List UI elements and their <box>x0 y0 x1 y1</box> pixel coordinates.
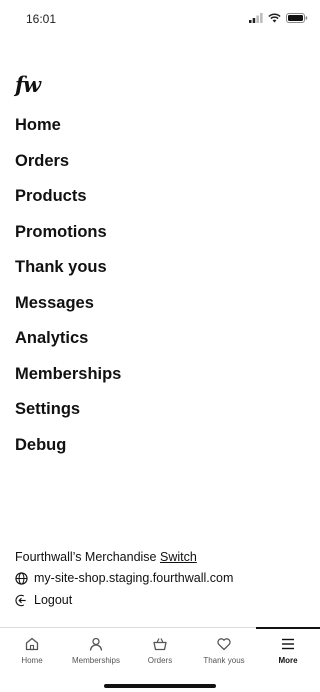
nav-item-promotions[interactable]: Promotions <box>15 215 305 251</box>
menu-icon <box>282 638 294 650</box>
tab-orders[interactable]: Orders <box>128 628 192 672</box>
status-icons <box>249 13 308 23</box>
nav-item-thank-yous[interactable]: Thank yous <box>15 250 305 286</box>
nav-item-memberships[interactable]: Memberships <box>15 357 305 393</box>
store-line: Fourthwall’s Merchandise Switch <box>15 547 310 567</box>
tab-more[interactable]: More <box>256 627 320 672</box>
logout-row[interactable]: Logout <box>15 589 310 611</box>
logout-label: Logout <box>34 593 73 607</box>
status-bar: 16:01 <box>0 0 320 40</box>
tab-memberships[interactable]: Memberships <box>64 628 128 672</box>
tab-thank-yous[interactable]: Thank yous <box>192 628 256 672</box>
logout-icon <box>15 594 26 606</box>
nav-item-home[interactable]: Home <box>15 108 305 144</box>
heart-icon <box>217 638 231 651</box>
globe-icon <box>15 571 28 585</box>
bottom-tab-bar: Home Memberships Orders Thank yous More <box>0 627 320 692</box>
cellular-signal-icon <box>249 13 263 23</box>
account-footer: Fourthwall’s Merchandise Switch my-site-… <box>15 547 310 611</box>
nav-item-debug[interactable]: Debug <box>15 428 305 464</box>
site-url-row[interactable]: my-site-shop.staging.fourthwall.com <box>15 567 310 589</box>
fourthwall-logo: fw <box>15 72 41 97</box>
home-indicator <box>104 684 216 688</box>
nav-item-orders[interactable]: Orders <box>15 144 305 180</box>
tab-more-label: More <box>278 656 298 665</box>
person-icon <box>89 637 103 651</box>
status-time: 16:01 <box>26 12 57 26</box>
main-nav: Home Orders Products Promotions Thank yo… <box>15 108 305 463</box>
home-icon <box>25 637 39 651</box>
store-name: Fourthwall’s Merchandise <box>15 550 157 564</box>
nav-item-products[interactable]: Products <box>15 179 305 215</box>
nav-item-analytics[interactable]: Analytics <box>15 321 305 357</box>
nav-item-settings[interactable]: Settings <box>15 392 305 428</box>
nav-item-messages[interactable]: Messages <box>15 286 305 322</box>
battery-icon <box>286 13 308 23</box>
site-url: my-site-shop.staging.fourthwall.com <box>34 571 234 585</box>
basket-icon <box>153 638 167 651</box>
wifi-icon <box>268 13 281 23</box>
switch-store-link[interactable]: Switch <box>160 550 197 564</box>
tab-home[interactable]: Home <box>0 628 64 672</box>
